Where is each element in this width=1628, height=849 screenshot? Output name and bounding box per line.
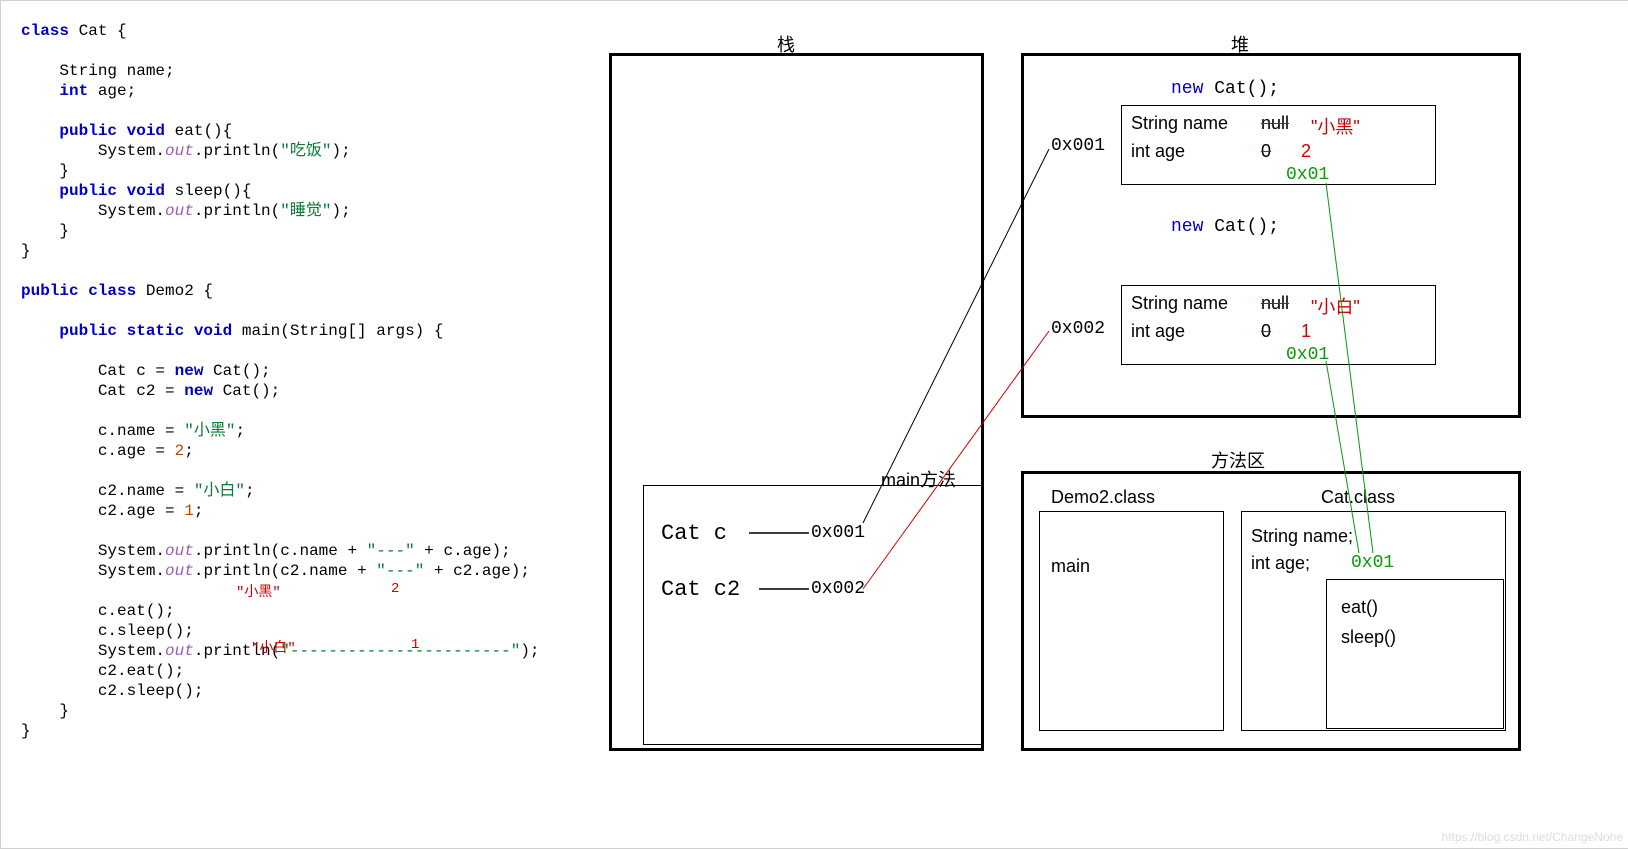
- obj2-name-old: null: [1261, 293, 1289, 314]
- obj2-name-new: "小白": [1311, 293, 1360, 319]
- obj1-age-new: 2: [1301, 141, 1311, 162]
- obj2-ref: 0x01: [1286, 345, 1329, 365]
- demo2-class-label: Demo2.class: [1051, 487, 1155, 508]
- cat-field2: int age;: [1251, 553, 1310, 574]
- watermark: https://blog.csdn.net/ChangeNone: [1442, 830, 1623, 844]
- anno-2: 2: [391, 581, 399, 597]
- demo2-class-box: [1039, 511, 1224, 731]
- code-block: class Cat { String name; int age; public…: [21, 21, 581, 741]
- new-cat-2: new Cat();: [1171, 217, 1279, 237]
- stack-addr2: 0x002: [811, 579, 865, 599]
- cat-method-eat: eat(): [1341, 597, 1378, 618]
- obj1-name-label: String name: [1131, 113, 1228, 134]
- cat-field1: String name;: [1251, 526, 1353, 547]
- new-cat-1: new new Cat();Cat();: [1171, 79, 1279, 99]
- obj1-name-new: "小黑": [1311, 113, 1360, 139]
- heap-addr-2: 0x002: [1051, 319, 1105, 339]
- obj1-age-label: int age: [1131, 141, 1185, 162]
- stack-addr1: 0x001: [811, 523, 865, 543]
- stack-var-c: Cat c: [661, 521, 727, 546]
- cat-class-label: Cat.class: [1321, 487, 1395, 508]
- obj1-age-old: 0: [1261, 141, 1271, 162]
- demo2-main: main: [1051, 556, 1090, 577]
- main-method-label: main方法: [881, 466, 956, 492]
- anno-xiaohei: "小黑": [236, 581, 281, 601]
- stack-var-c2: Cat c2: [661, 577, 740, 602]
- obj1-name-old: null: [1261, 113, 1289, 134]
- anno-1: 1: [411, 637, 419, 653]
- cat-addr: 0x01: [1351, 553, 1394, 573]
- cat-method-sleep: sleep(): [1341, 627, 1396, 648]
- obj2-age-new: 1: [1301, 321, 1311, 342]
- anno-xiaobai: "小白": [251, 637, 296, 657]
- obj2-age-old: 0: [1261, 321, 1271, 342]
- obj2-age-label: int age: [1131, 321, 1185, 342]
- obj2-name-label: String name: [1131, 293, 1228, 314]
- code-pane: class Cat { String name; int age; public…: [21, 21, 581, 741]
- method-area-label: 方法区: [1211, 447, 1265, 473]
- heap-addr-1: 0x001: [1051, 136, 1105, 156]
- obj1-ref: 0x01: [1286, 165, 1329, 185]
